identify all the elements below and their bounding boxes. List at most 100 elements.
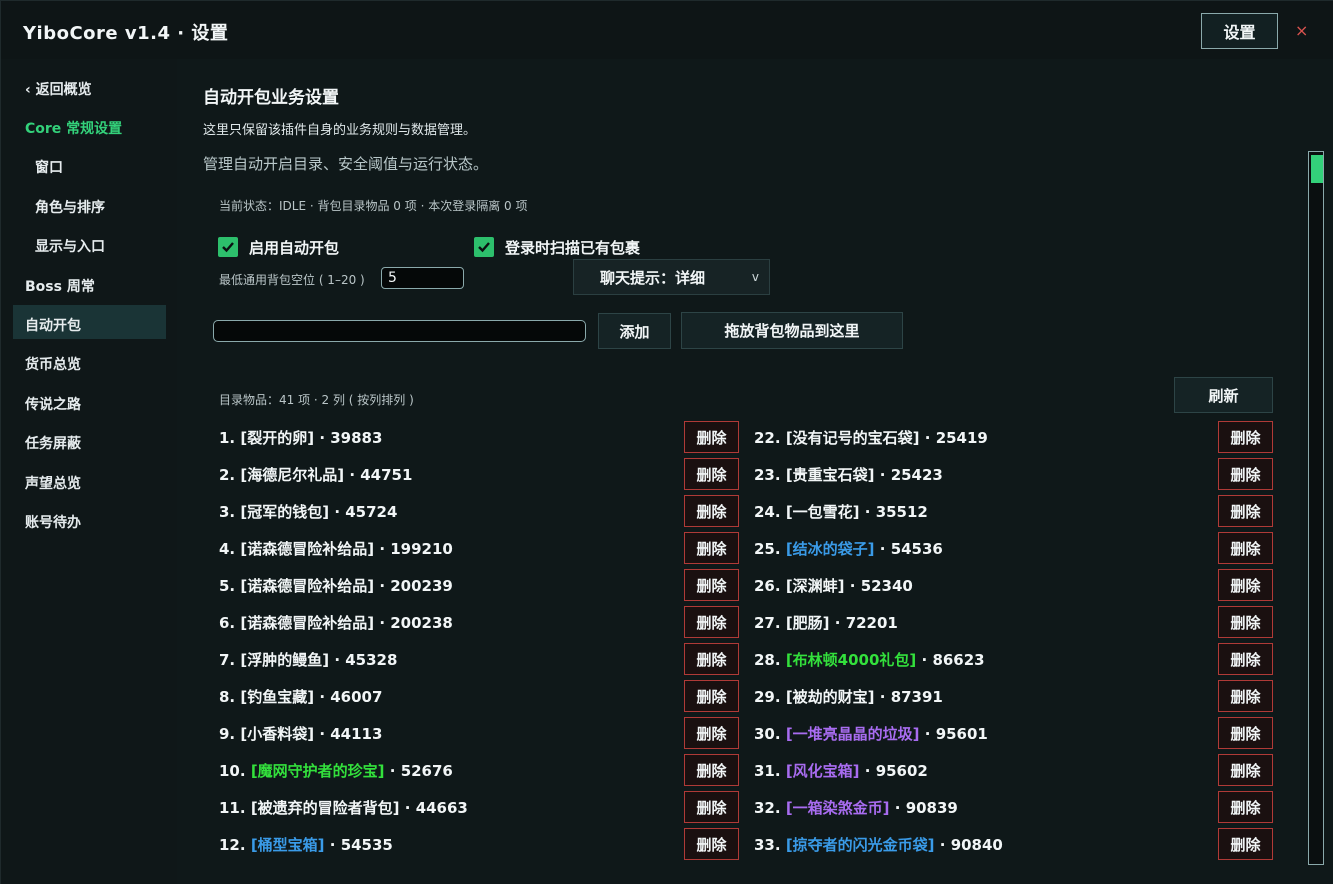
item-id: 45724 [345, 503, 398, 521]
item-name: [肥肠] [785, 614, 830, 632]
drop-zone-button[interactable]: 拖放背包物品到这里 [681, 312, 903, 349]
sidebar-item-display[interactable]: 显示与入口 [35, 236, 105, 256]
min-slots-input[interactable] [381, 267, 464, 289]
item-name: [贵重宝石袋] [785, 466, 875, 484]
item-name: [深渊蚌] [785, 577, 845, 595]
item-id: 200238 [390, 614, 453, 632]
item-name: [小香料袋] [240, 725, 315, 743]
delete-button[interactable]: 删除 [1218, 828, 1273, 860]
close-icon[interactable]: × [1295, 21, 1308, 40]
item-name: [结冰的袋子] [785, 540, 875, 558]
list-item: 12. [桶型宝箱] · 54535 [219, 836, 393, 854]
sidebar-item-quest-block[interactable]: 任务屏蔽 [25, 433, 81, 453]
item-index: 8. [219, 688, 236, 706]
list-item: 10. [魔网守护者的珍宝] · 52676 [219, 762, 453, 780]
item-id: 39883 [330, 429, 383, 447]
list-item: 33. [掠夺者的闪光金币袋] · 90840 [754, 836, 1003, 854]
list-item: 30. [一堆亮晶晶的垃圾] · 95601 [754, 725, 988, 743]
item-index: 27. [754, 614, 781, 632]
auto-open-checkbox[interactable] [218, 237, 238, 257]
item-name: [诺森德冒险补给品] [240, 577, 375, 595]
item-name: [魔网守护者的珍宝] [250, 762, 385, 780]
item-index: 29. [754, 688, 781, 706]
item-index: 23. [754, 466, 781, 484]
delete-button[interactable]: 删除 [684, 717, 739, 749]
delete-button[interactable]: 删除 [1218, 643, 1273, 675]
delete-button[interactable]: 删除 [684, 495, 739, 527]
delete-button[interactable]: 删除 [1218, 532, 1273, 564]
delete-button[interactable]: 删除 [684, 754, 739, 786]
item-id: 35512 [875, 503, 928, 521]
sidebar-item-reputation[interactable]: 声望总览 [25, 473, 81, 493]
list-item: 6. [诺森德冒险补给品] · 200238 [219, 614, 453, 632]
delete-button[interactable]: 删除 [684, 828, 739, 860]
sidebar-item-legend[interactable]: 传说之路 [25, 394, 81, 414]
delete-button[interactable]: 删除 [684, 791, 739, 823]
delete-button[interactable]: 删除 [1218, 495, 1273, 527]
list-item: 8. [钓鱼宝藏] · 46007 [219, 688, 383, 706]
sidebar-item-currency[interactable]: 货币总览 [25, 354, 81, 374]
sidebar-item-window[interactable]: 窗口 [35, 157, 63, 177]
item-id: 90839 [905, 799, 958, 817]
scrollbar-thumb[interactable] [1311, 155, 1323, 183]
sidebar-item-boss[interactable]: Boss 周常 [25, 276, 95, 296]
item-name: [被劫的财宝] [785, 688, 875, 706]
sidebar-back-link[interactable]: ‹ 返回概览 [25, 79, 92, 99]
item-id: 72201 [845, 614, 898, 632]
item-id: 200239 [390, 577, 453, 595]
list-item: 32. [一箱染煞金币] · 90839 [754, 799, 958, 817]
sidebar-item-core[interactable]: Core 常规设置 [25, 118, 122, 138]
delete-button[interactable]: 删除 [684, 458, 739, 490]
sidebar-item-roles[interactable]: 角色与排序 [35, 197, 105, 217]
sidebar-item-account-todo[interactable]: 账号待办 [25, 512, 81, 532]
delete-button[interactable]: 删除 [684, 569, 739, 601]
delete-button[interactable]: 删除 [1218, 421, 1273, 453]
item-index: 24. [754, 503, 781, 521]
list-item: 29. [被劫的财宝] · 87391 [754, 688, 943, 706]
delete-button[interactable]: 删除 [1218, 458, 1273, 490]
item-id: 87391 [890, 688, 943, 706]
settings-button[interactable]: 设置 [1201, 13, 1278, 49]
item-id: 86623 [932, 651, 985, 669]
item-index: 12. [219, 836, 246, 854]
item-id: 54535 [340, 836, 393, 854]
scan-on-login-checkbox[interactable] [474, 237, 494, 257]
sidebar-item-autoopen[interactable]: 自动开包 [25, 315, 81, 335]
delete-button[interactable]: 删除 [1218, 717, 1273, 749]
list-item: 24. [一包雪花] · 35512 [754, 503, 928, 521]
list-item: 9. [小香料袋] · 44113 [219, 725, 383, 743]
delete-button[interactable]: 删除 [1218, 569, 1273, 601]
list-item: 7. [浮肿的鳗鱼] · 45328 [219, 651, 398, 669]
delete-button[interactable]: 删除 [684, 606, 739, 638]
item-name: [被遗弃的冒险者背包] [250, 799, 400, 817]
min-slots-label: 最低通用背包空位 ( 1–20 ) [219, 273, 365, 287]
item-id: 52340 [860, 577, 913, 595]
item-id: 25423 [890, 466, 943, 484]
chat-hint-select[interactable]: 聊天提示：详细 v [573, 259, 770, 295]
item-id: 44663 [415, 799, 468, 817]
app-window: YiboCore v1.4 · 设置 设置 × ‹ 返回概览 Core 常规设置… [0, 0, 1333, 884]
item-id: 95602 [875, 762, 928, 780]
item-id: 95601 [935, 725, 988, 743]
window-title: YiboCore v1.4 · 设置 [23, 23, 229, 44]
item-name: [掠夺者的闪光金币袋] [785, 836, 935, 854]
item-name: [浮肿的鳗鱼] [240, 651, 330, 669]
delete-button[interactable]: 删除 [1218, 680, 1273, 712]
delete-button[interactable]: 删除 [1218, 606, 1273, 638]
delete-button[interactable]: 删除 [1218, 754, 1273, 786]
item-name: [一包雪花] [785, 503, 860, 521]
delete-button[interactable]: 删除 [684, 532, 739, 564]
delete-button[interactable]: 删除 [684, 680, 739, 712]
refresh-button[interactable]: 刷新 [1174, 377, 1273, 413]
item-index: 22. [754, 429, 781, 447]
delete-button[interactable]: 删除 [684, 643, 739, 675]
item-index: 32. [754, 799, 781, 817]
item-id-input[interactable] [213, 320, 586, 342]
item-index: 30. [754, 725, 781, 743]
item-index: 31. [754, 762, 781, 780]
delete-button[interactable]: 删除 [1218, 791, 1273, 823]
check-icon [222, 242, 234, 253]
scrollbar-track[interactable] [1308, 151, 1324, 865]
delete-button[interactable]: 删除 [684, 421, 739, 453]
add-button[interactable]: 添加 [598, 313, 671, 349]
